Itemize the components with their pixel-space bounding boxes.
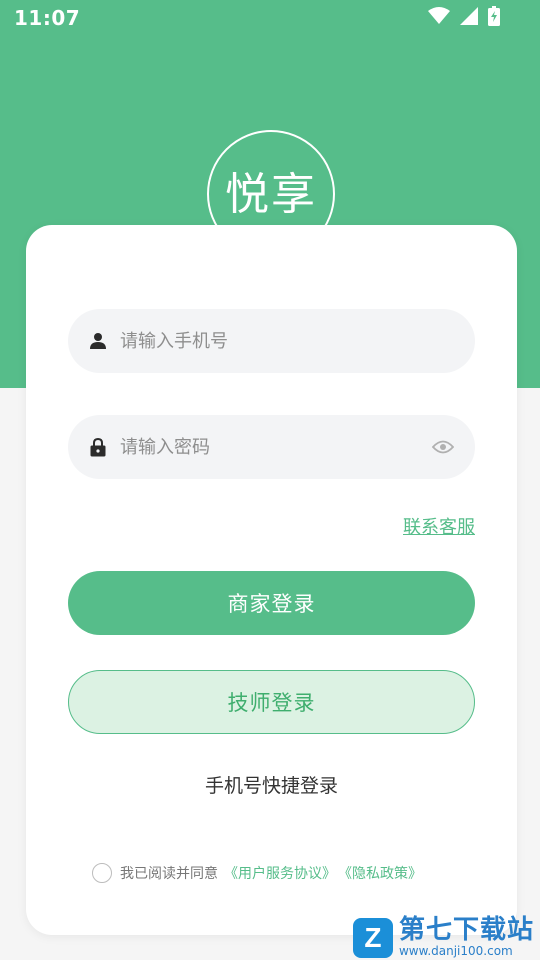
user-agreement-link[interactable]: 《用户服务协议》 <box>224 863 336 883</box>
eye-icon[interactable] <box>431 435 455 459</box>
status-icons <box>428 6 500 30</box>
agreement-checkbox[interactable] <box>92 863 112 883</box>
user-icon <box>88 331 108 351</box>
phone-field[interactable] <box>68 309 475 373</box>
signal-icon <box>460 7 478 29</box>
logo-text: 悦享 <box>225 169 317 220</box>
status-bar: 11:07 <box>0 0 540 36</box>
merchant-login-button[interactable]: 商家登录 <box>68 571 475 635</box>
watermark-text: 第七下载站 www.danji100.com <box>399 916 534 958</box>
watermark-title: 第七下载站 <box>398 915 534 945</box>
technician-login-button[interactable]: 技师登录 <box>68 670 475 734</box>
contact-support-link[interactable]: 联系客服 <box>403 513 475 539</box>
agreement-text: 我已阅读并同意 <box>120 866 218 882</box>
privacy-policy-link[interactable]: 《隐私政策》 <box>338 863 422 883</box>
watermark-url: www.danji100.com <box>398 944 513 958</box>
watermark-badge: Z <box>352 918 393 958</box>
status-time: 11:07 <box>14 6 81 30</box>
phone-input[interactable] <box>120 330 455 352</box>
watermark: Z 第七下载站 www.danji100.com <box>352 916 534 958</box>
password-field[interactable] <box>68 415 475 479</box>
password-input[interactable] <box>120 436 431 458</box>
login-card: 联系客服 商家登录 技师登录 手机号快捷登录 我已阅读并同意 《用户服务协议》 … <box>26 225 517 935</box>
agreement-row: 我已阅读并同意 《用户服务协议》 《隐私政策》 <box>92 863 422 883</box>
quick-login-link[interactable]: 手机号快捷登录 <box>26 771 517 798</box>
wifi-icon <box>428 7 450 29</box>
battery-icon <box>488 6 500 30</box>
lock-icon <box>88 437 108 457</box>
